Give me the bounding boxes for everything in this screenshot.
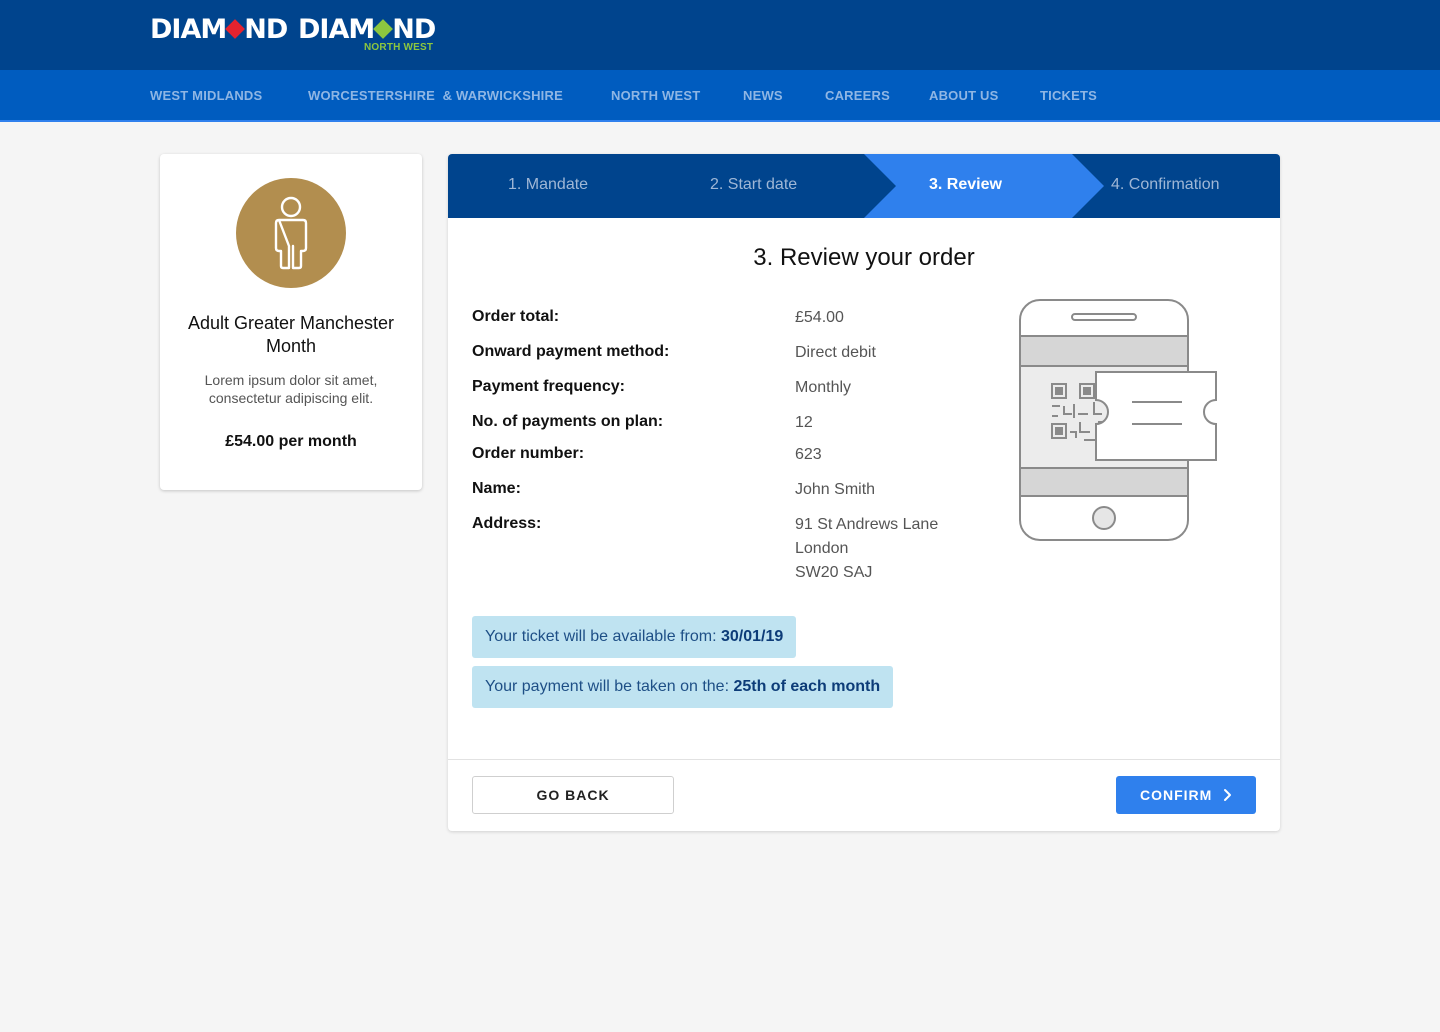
address-line-2: London bbox=[795, 540, 849, 557]
nav-item-careers[interactable]: CAREERS bbox=[825, 88, 890, 103]
confirm-button[interactable]: CONFIRM bbox=[1116, 776, 1256, 814]
address-line-3: SW20 SAJ bbox=[795, 564, 873, 581]
product-summary-card: Adult Greater Manchester Month Lorem ips… bbox=[160, 154, 422, 490]
address-line-1: 91 St Andrews Lane bbox=[795, 516, 939, 533]
payments-count-label: No. of payments on plan: bbox=[472, 413, 664, 430]
order-number-label: Order number: bbox=[472, 445, 585, 462]
page-title: 3. Review your order bbox=[753, 244, 975, 271]
payment-day: 25th of each month bbox=[733, 678, 881, 695]
red-diamond-icon bbox=[225, 19, 246, 39]
go-back-button[interactable]: GO BACK bbox=[472, 776, 674, 814]
name-value: John Smith bbox=[795, 481, 876, 498]
product-name: Adult Greater Manchester Month bbox=[187, 313, 395, 356]
main-nav: WEST MIDLANDS WORCESTERSHIRE & WARWICKSH… bbox=[0, 70, 1440, 122]
nav-item-tickets[interactable]: TICKETS bbox=[1040, 88, 1097, 103]
confirm-button-label: CONFIRM bbox=[1140, 787, 1213, 803]
chevron-right-icon bbox=[1224, 789, 1231, 801]
address-label: Address: bbox=[472, 515, 542, 532]
ticket-availability-notice: Your ticket will be available from: 30/0… bbox=[472, 616, 797, 658]
product-description: Lorem ipsum dolor sit amet, consectetur … bbox=[204, 372, 378, 406]
progress-steps: 1. Mandate 2. Start date 3. Review 4. Co… bbox=[448, 154, 1280, 218]
name-label: Name: bbox=[472, 480, 521, 497]
payment-method-value: Direct debit bbox=[795, 344, 876, 361]
nav-item-news[interactable]: NEWS bbox=[743, 88, 783, 103]
diamond-logo[interactable]: DIAM ND bbox=[150, 14, 288, 46]
logo-subtitle: NORTH WEST bbox=[364, 42, 434, 53]
availability-prefix: Your ticket will be available from: bbox=[485, 628, 721, 645]
payment-method-label: Onward payment method: bbox=[472, 343, 670, 360]
availability-date: 30/01/19 bbox=[720, 628, 784, 645]
review-card: 1. Mandate 2. Start date 3. Review 4. Co… bbox=[448, 154, 1280, 831]
payment-prefix: Your payment will be taken on the: bbox=[485, 678, 734, 695]
logo-text-left: DIAM bbox=[298, 14, 375, 45]
step-review: 3. Review bbox=[929, 176, 1002, 193]
payment-frequency-value: Monthly bbox=[795, 379, 852, 396]
nav-item-west-midlands[interactable]: WEST MIDLANDS bbox=[150, 88, 262, 103]
step-start-date: 2. Start date bbox=[710, 176, 798, 193]
nav-item-about-us[interactable]: ABOUT US bbox=[929, 88, 999, 103]
product-price: £54.00 per month bbox=[225, 433, 357, 450]
payment-frequency-label: Payment frequency: bbox=[472, 378, 625, 395]
order-number-value: 623 bbox=[795, 446, 822, 463]
payment-date-notice: Your payment will be taken on the: 25th … bbox=[472, 666, 894, 708]
step-mandate: 1. Mandate bbox=[508, 176, 589, 193]
nav-item-worcestershire-warwickshire[interactable]: WORCESTERSHIRE & WARWICKSHIRE bbox=[308, 88, 563, 103]
person-icon bbox=[274, 196, 308, 270]
green-diamond-icon bbox=[373, 19, 394, 39]
footer-divider bbox=[448, 759, 1280, 760]
nav-item-north-west[interactable]: NORTH WEST bbox=[611, 88, 700, 103]
mobile-ticket-icon bbox=[1019, 299, 1217, 541]
order-total-label: Order total: bbox=[472, 308, 560, 325]
logo-text-right: ND bbox=[244, 14, 288, 45]
logo-text-right: ND bbox=[392, 14, 436, 45]
step-confirmation: 4. Confirmation bbox=[1111, 176, 1220, 193]
payments-count-value: 12 bbox=[795, 414, 813, 431]
logo-text-left: DIAM bbox=[150, 14, 227, 45]
site-header: DIAM ND DIAM ND NORTH WEST bbox=[0, 0, 1440, 70]
product-avatar bbox=[236, 178, 346, 288]
order-total-value: £54.00 bbox=[795, 309, 844, 326]
